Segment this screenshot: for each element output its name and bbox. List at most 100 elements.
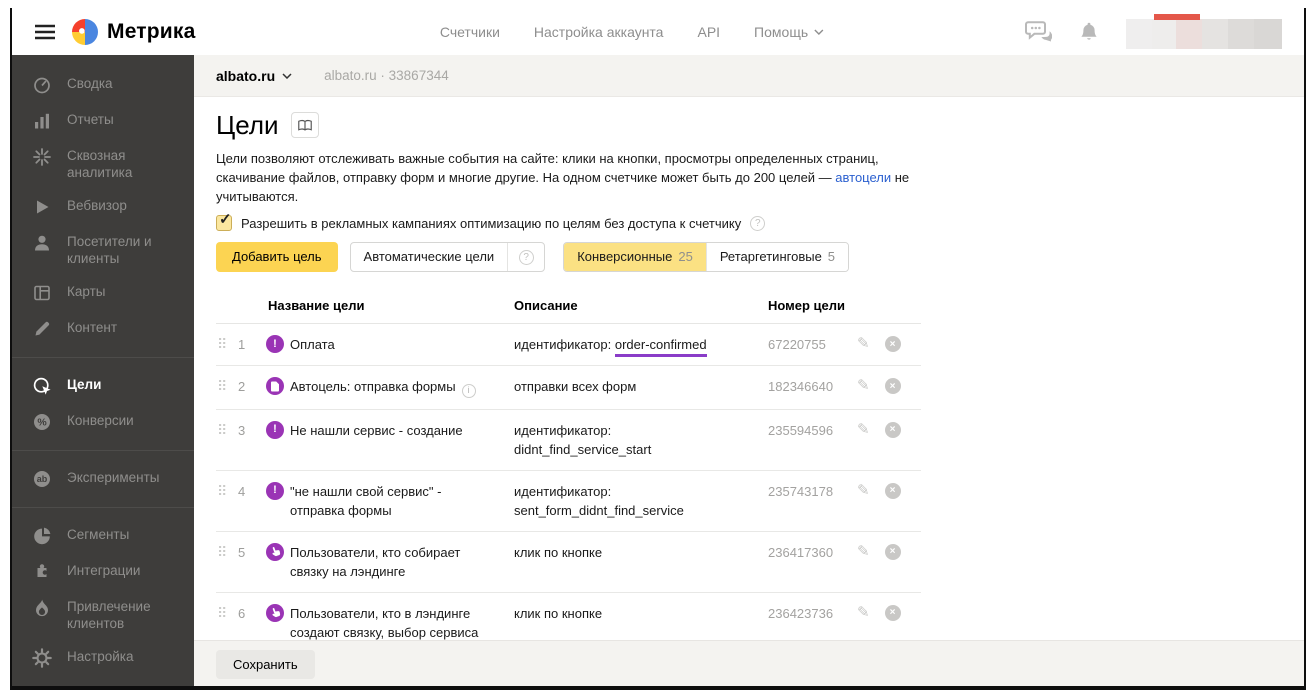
drag-handle-icon[interactable]: ⠿ bbox=[216, 377, 238, 395]
row-number: 1 bbox=[238, 335, 260, 354]
table-row: ⠿ 5 Пользователи, кто собирает связку на… bbox=[216, 532, 921, 593]
goal-icon bbox=[32, 376, 52, 396]
counter-meta: albato.ru · 33867344 bbox=[324, 68, 449, 83]
sidebar-collapse-button[interactable]: ‹ Свернуть bbox=[12, 676, 194, 690]
sidebar-item-eksperimenty[interactable]: ab Эксперименты bbox=[12, 461, 194, 497]
notifications-bell-icon[interactable] bbox=[1078, 21, 1100, 43]
sidebar-item-segmenty[interactable]: Сегменты bbox=[12, 518, 194, 554]
autogoals-link[interactable]: автоцели bbox=[835, 170, 891, 185]
sidebar-item-kontent[interactable]: Контент bbox=[12, 311, 194, 347]
goal-type-tabs: Конверсионные 25 Ретаргетинговые 5 bbox=[563, 242, 849, 272]
delete-icon[interactable]: × bbox=[885, 544, 901, 560]
top-nav: Счетчики Настройка аккаунта API Помощь bbox=[440, 24, 824, 40]
page-title: Цели bbox=[216, 110, 279, 141]
sidebar-item-vebvizor[interactable]: Вебвизор bbox=[12, 189, 194, 225]
redacted-marker bbox=[1154, 14, 1200, 20]
documentation-book-icon[interactable] bbox=[291, 112, 319, 138]
top-header: Метрика Счетчики Настройка аккаунта API … bbox=[12, 8, 1304, 55]
table-header: Название цели Описание Номер цели bbox=[216, 290, 921, 324]
edit-pencil-icon[interactable]: ✎ bbox=[857, 604, 870, 622]
checkbox-label: Разрешить в рекламных кампаниях оптимиза… bbox=[241, 216, 741, 231]
delete-icon[interactable]: × bbox=[885, 605, 901, 621]
edit-pencil-icon[interactable]: ✎ bbox=[857, 421, 870, 439]
exclamation-goal-icon: ! bbox=[266, 335, 284, 353]
bar-chart-icon bbox=[32, 111, 52, 131]
nav-item-api[interactable]: API bbox=[697, 24, 720, 40]
nav-item-nastroyka-akkaunta[interactable]: Настройка аккаунта bbox=[534, 24, 664, 40]
tab-retargetingovye[interactable]: Ретаргетинговые 5 bbox=[706, 243, 848, 271]
add-goal-button[interactable]: Добавить цель bbox=[216, 242, 338, 272]
flame-icon bbox=[32, 598, 52, 618]
edit-pencil-icon[interactable]: ✎ bbox=[857, 543, 870, 561]
snowflake-icon bbox=[32, 147, 52, 167]
save-bar: Сохранить bbox=[194, 640, 1304, 686]
sidebar-item-posetiteli-i-klienty[interactable]: Посетители и клиенты bbox=[12, 225, 194, 275]
save-button[interactable]: Сохранить bbox=[216, 650, 315, 679]
nav-item-schetchiki[interactable]: Счетчики bbox=[440, 24, 500, 40]
gear-icon bbox=[32, 648, 52, 668]
goal-id: 67220755 bbox=[768, 335, 857, 354]
drag-handle-icon[interactable]: ⠿ bbox=[216, 482, 238, 500]
goal-id: 236417360 bbox=[768, 543, 857, 562]
table-row: ⠿ 6 Пользователи, кто в лэндинге создают… bbox=[216, 593, 921, 641]
sidebar-item-skvoznaya-analitika[interactable]: Сквозная аналитика bbox=[12, 139, 194, 189]
row-number: 6 bbox=[238, 604, 260, 623]
chevron-down-icon bbox=[282, 73, 292, 79]
edit-pencil-icon[interactable]: ✎ bbox=[857, 377, 870, 395]
tab-konversionnye[interactable]: Конверсионные 25 bbox=[564, 243, 706, 271]
hamburger-menu-icon[interactable] bbox=[34, 24, 56, 40]
delete-icon[interactable]: × bbox=[885, 422, 901, 438]
goal-id: 235594596 bbox=[768, 421, 857, 440]
person-icon bbox=[32, 233, 52, 253]
optimization-checkbox[interactable]: ✓ bbox=[216, 215, 232, 231]
pencil-icon bbox=[32, 319, 52, 339]
auto-goals-button[interactable]: Автоматические цели ? bbox=[350, 242, 546, 272]
feedback-chat-icon[interactable] bbox=[1025, 20, 1052, 43]
svg-text:%: % bbox=[37, 417, 47, 429]
exclamation-goal-icon: ! bbox=[266, 482, 284, 500]
sidebar-item-otchety[interactable]: Отчеты bbox=[12, 103, 194, 139]
percent-icon: % bbox=[32, 412, 52, 432]
delete-icon[interactable]: × bbox=[885, 378, 901, 394]
sidebar-item-privlechenie-klientov[interactable]: Привлечение клиентов bbox=[12, 590, 194, 640]
counter-strip: albato.ru albato.ru · 33867344 bbox=[194, 55, 1304, 97]
auto-goals-help-icon[interactable]: ? bbox=[508, 243, 544, 271]
goal-id: 182346640 bbox=[768, 377, 857, 396]
exclamation-goal-icon: ! bbox=[266, 421, 284, 439]
sidebar-item-svodka[interactable]: Сводка bbox=[12, 67, 194, 103]
sidebar-divider bbox=[12, 507, 194, 508]
sidebar-item-konversii[interactable]: % Конверсии bbox=[12, 404, 194, 440]
svg-text:ab: ab bbox=[37, 474, 48, 484]
sidebar-item-karty[interactable]: Карты bbox=[12, 275, 194, 311]
layout-icon bbox=[32, 283, 52, 303]
sidebar-item-integratsii[interactable]: Интеграции bbox=[12, 554, 194, 590]
brand-title[interactable]: Метрика bbox=[107, 20, 196, 44]
gauge-icon bbox=[32, 75, 52, 95]
sidebar-groups: Сводка Отчеты Сквозная аналитика Вебвизо… bbox=[12, 67, 194, 676]
drag-handle-icon[interactable]: ⠿ bbox=[216, 421, 238, 439]
sidebar-item-nastroyka[interactable]: Настройка bbox=[12, 640, 194, 676]
row-number: 5 bbox=[238, 543, 260, 562]
delete-icon[interactable]: × bbox=[885, 483, 901, 499]
metrica-logo-icon[interactable] bbox=[72, 19, 98, 45]
delete-icon[interactable]: × bbox=[885, 336, 901, 352]
click-goal-icon bbox=[266, 604, 284, 622]
column-header-name: Название цели bbox=[268, 298, 514, 313]
sidebar-divider bbox=[12, 357, 194, 358]
sidebar-item-tseli[interactable]: Цели bbox=[12, 368, 194, 404]
drag-handle-icon[interactable]: ⠿ bbox=[216, 604, 238, 622]
info-icon[interactable]: i bbox=[462, 384, 476, 398]
user-account-redacted[interactable] bbox=[1126, 14, 1282, 50]
table-row: ⠿ 2 Автоцель: отправка формыi отправки в… bbox=[216, 366, 921, 410]
table-row: ⠿ 4 ! "не нашли свой сервис" - отправка … bbox=[216, 471, 921, 532]
counter-selector[interactable]: albato.ru bbox=[216, 68, 292, 84]
row-number: 3 bbox=[238, 421, 260, 440]
drag-handle-icon[interactable]: ⠿ bbox=[216, 543, 238, 561]
table-row: ⠿ 1 ! Оплата идентификатор: order-confir… bbox=[216, 324, 921, 366]
help-icon[interactable]: ? bbox=[750, 216, 765, 231]
edit-pencil-icon[interactable]: ✎ bbox=[857, 335, 870, 353]
puzzle-icon bbox=[32, 562, 52, 582]
edit-pencil-icon[interactable]: ✎ bbox=[857, 482, 870, 500]
drag-handle-icon[interactable]: ⠿ bbox=[216, 335, 238, 353]
nav-item-pomosch[interactable]: Помощь bbox=[754, 24, 824, 40]
